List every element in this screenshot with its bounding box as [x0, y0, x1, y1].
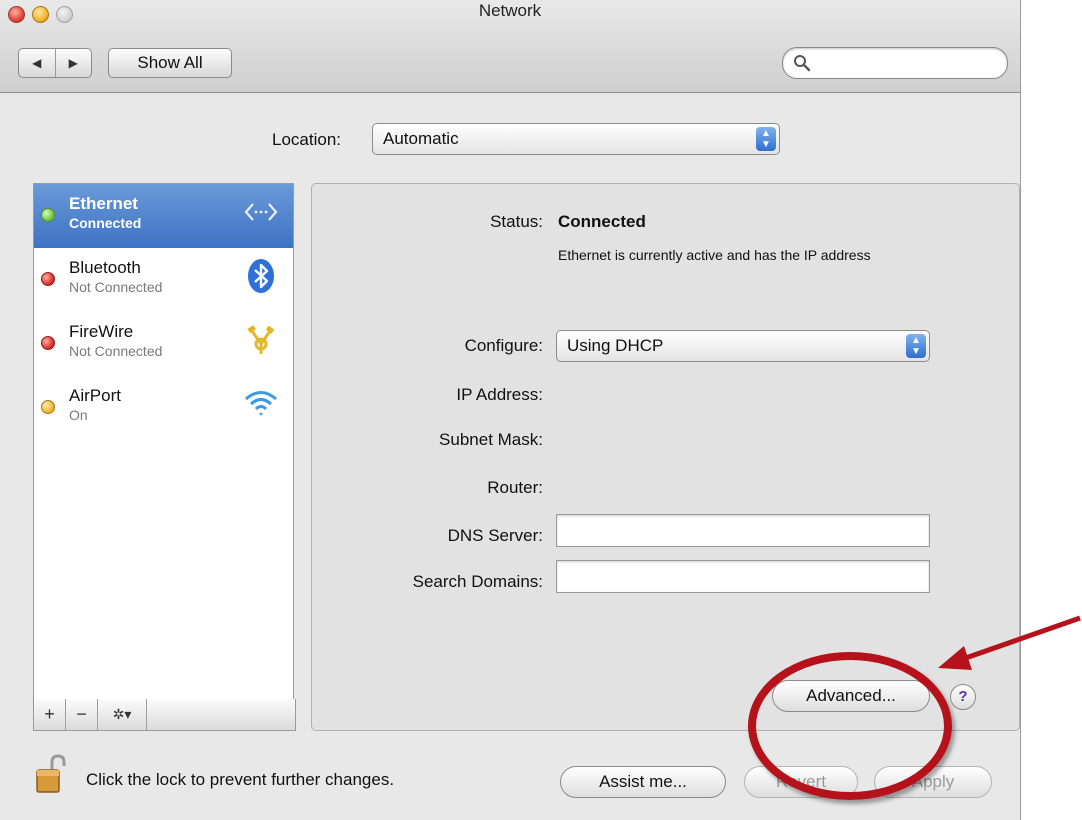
- service-item-airport[interactable]: AirPort On: [34, 376, 293, 440]
- configure-label: Configure:: [464, 336, 543, 355]
- back-button[interactable]: ◀: [19, 49, 56, 77]
- service-state: Not Connected: [69, 343, 163, 359]
- service-action-button[interactable]: ✲▾: [98, 699, 147, 730]
- service-item-ethernet[interactable]: Ethernet Connected: [34, 184, 293, 248]
- location-label: Location:: [272, 130, 341, 149]
- popup-arrows-icon: ▲ ▼: [756, 127, 776, 151]
- service-name: AirPort: [69, 386, 121, 405]
- add-service-button[interactable]: +: [34, 699, 66, 730]
- forward-arrow-icon: ▶: [68, 56, 78, 70]
- ethernet-arrows-icon: [244, 203, 278, 221]
- forward-button[interactable]: ▶: [56, 49, 92, 77]
- lock-icon[interactable]: [35, 754, 69, 794]
- status-label: Status:: [490, 212, 543, 231]
- callout-circle: [748, 652, 952, 800]
- service-state: Connected: [69, 215, 142, 231]
- service-item-firewire[interactable]: FireWire Not Connected: [34, 312, 293, 376]
- status-dot: [41, 400, 55, 414]
- wifi-icon: [245, 391, 277, 416]
- location-popup[interactable]: Automatic ▲ ▼: [372, 123, 780, 155]
- search-domains-label: Search Domains:: [412, 572, 543, 591]
- popup-arrows-icon: ▲ ▼: [906, 334, 926, 358]
- configure-popup[interactable]: Using DHCP ▲ ▼: [556, 330, 930, 362]
- remove-service-button[interactable]: −: [66, 699, 98, 730]
- show-all-button[interactable]: Show All: [108, 48, 232, 78]
- service-state: Not Connected: [69, 279, 163, 295]
- toolbar: Network ◀ ▶ Show All: [0, 0, 1020, 93]
- status-dot: [41, 336, 55, 350]
- firewire-icon: [247, 325, 275, 354]
- service-name: Bluetooth: [69, 258, 141, 277]
- search-icon: [794, 55, 811, 72]
- service-name: Ethernet: [69, 194, 138, 213]
- status-value: Connected: [558, 212, 646, 231]
- window-title: Network: [478, 1, 542, 20]
- search-domains-field[interactable]: [556, 560, 930, 593]
- callout-arrow-icon: [938, 615, 1081, 670]
- service-details-panel: [311, 183, 1020, 731]
- ip-address-label: IP Address:: [456, 385, 543, 404]
- back-arrow-icon: ◀: [32, 56, 42, 70]
- search-input[interactable]: [782, 47, 1008, 79]
- bluetooth-icon: [248, 259, 274, 293]
- service-state: On: [69, 407, 88, 423]
- service-list: Ethernet Connected Bluetooth Not Connect…: [33, 183, 294, 700]
- assist-me-button[interactable]: Assist me...: [560, 766, 726, 798]
- status-dot: [41, 208, 55, 222]
- dns-server-label: DNS Server:: [447, 526, 543, 545]
- configure-value: Using DHCP: [567, 336, 664, 355]
- status-description: Ethernet is currently active and has the…: [558, 247, 871, 263]
- service-list-toolbar: + − ✲▾: [33, 699, 296, 731]
- location-value: Automatic: [383, 129, 459, 148]
- service-item-bluetooth[interactable]: Bluetooth Not Connected: [34, 248, 293, 312]
- service-name: FireWire: [69, 322, 134, 341]
- router-label: Router:: [487, 478, 543, 497]
- status-dot: [41, 272, 55, 286]
- back-forward-control: ◀ ▶: [18, 48, 92, 78]
- lock-message: Click the lock to prevent further change…: [86, 770, 395, 789]
- dns-server-field[interactable]: [556, 514, 930, 547]
- subnet-mask-label: Subnet Mask:: [439, 430, 543, 449]
